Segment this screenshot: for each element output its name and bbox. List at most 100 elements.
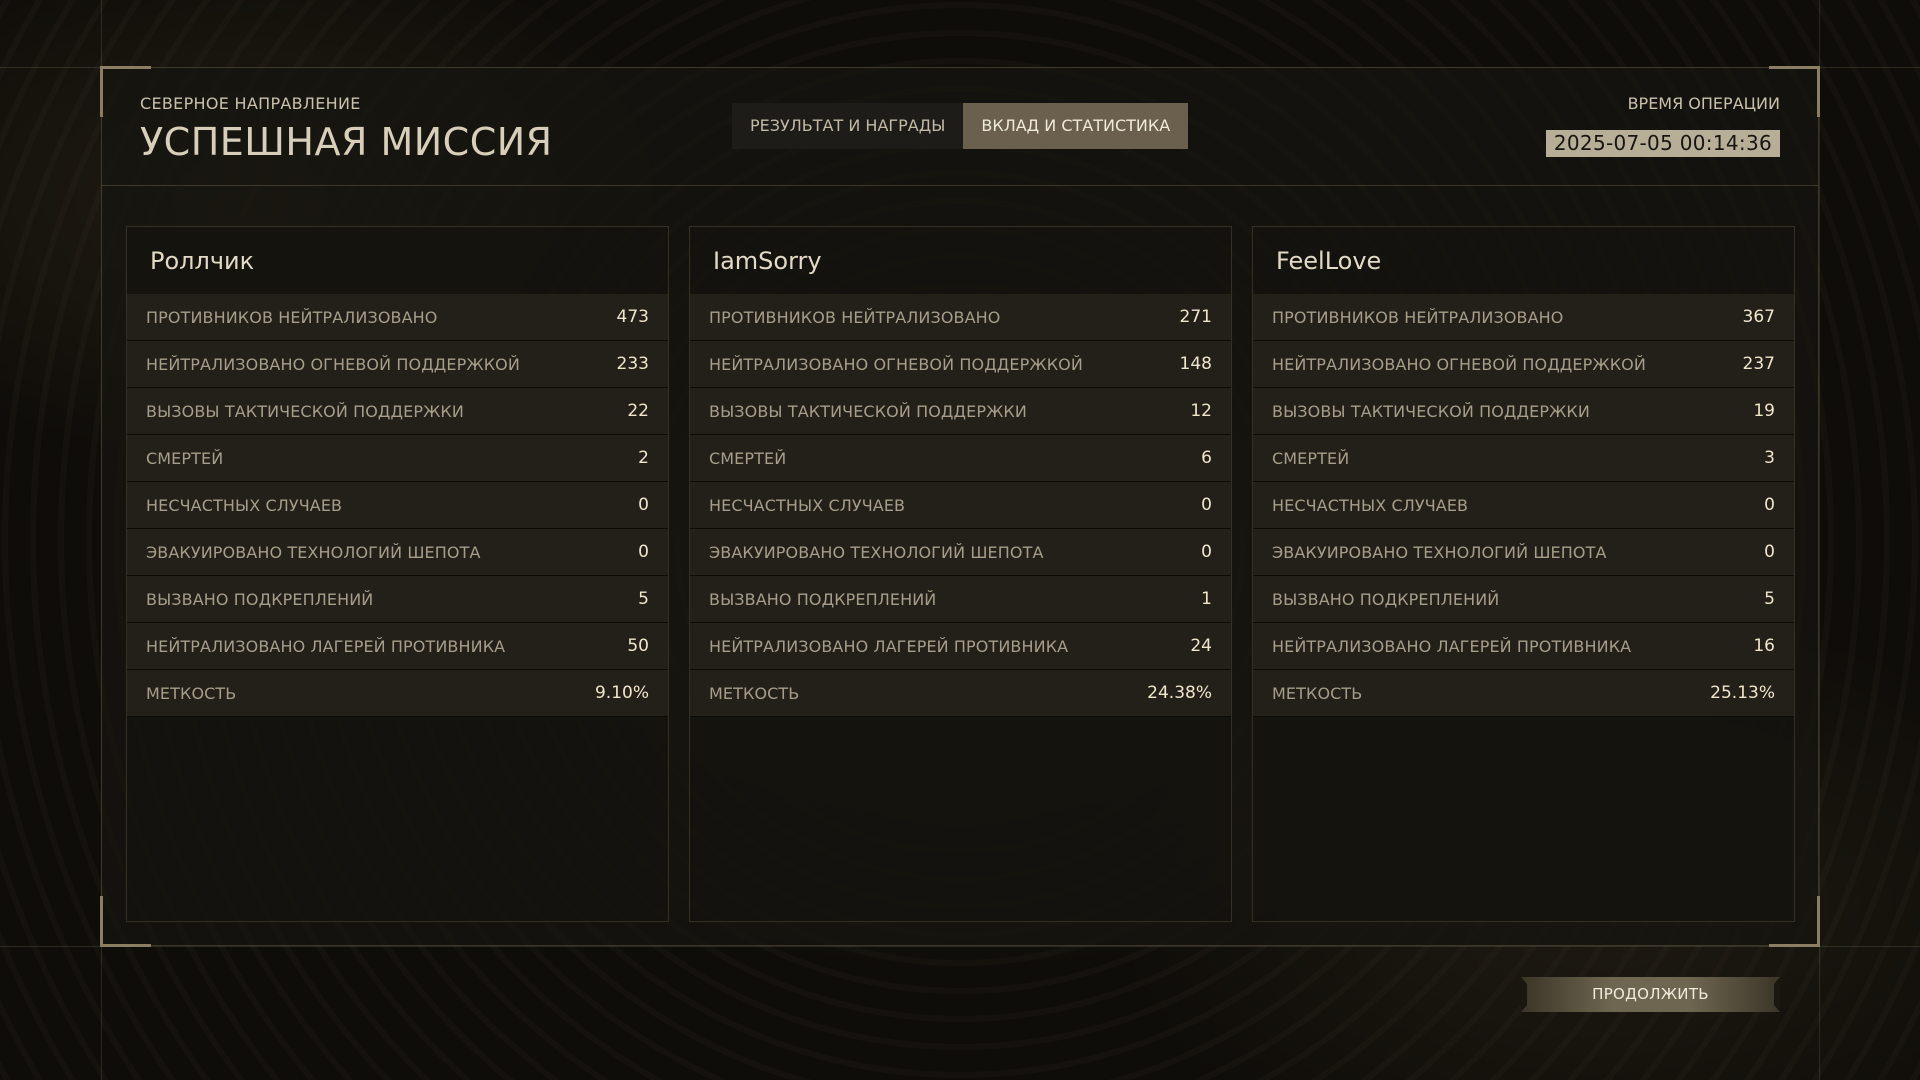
stat-row: НЕЙТРАЛИЗОВАНО ОГНЕВОЙ ПОДДЕРЖКОЙ 237 <box>1253 341 1794 388</box>
stat-label: НЕЙТРАЛИЗОВАНО ЛАГЕРЕЙ ПРОТИВНИКА <box>146 636 506 656</box>
tab-results-rewards[interactable]: РЕЗУЛЬТАТ И НАГРАДЫ <box>732 103 963 149</box>
stat-row: СМЕРТЕЙ 2 <box>127 435 668 482</box>
panel-header: СЕВЕРНОЕ НАПРАВЛЕНИЕ УСПЕШНАЯ МИССИЯ РЕЗ… <box>102 68 1818 186</box>
stat-value: 271 <box>1179 307 1212 327</box>
stat-row: МЕТКОСТЬ 9.10% <box>127 670 668 717</box>
stat-label: НЕСЧАСТНЫХ СЛУЧАЕВ <box>1272 495 1469 515</box>
stat-value: 0 <box>638 495 649 515</box>
stat-row: НЕЙТРАЛИЗОВАНО ЛАГЕРЕЙ ПРОТИВНИКА 24 <box>690 623 1231 670</box>
player-card: FeelLove ПРОТИВНИКОВ НЕЙТРАЛИЗОВАНО 367 НЕЙ… <box>1252 226 1795 922</box>
stat-label: ЭВАКУИРОВАНО ТЕХНОЛОГИЙ ШЕПОТА <box>709 542 1044 562</box>
stat-label: НЕЙТРАЛИЗОВАНО ЛАГЕРЕЙ ПРОТИВНИКА <box>709 636 1069 656</box>
stat-value: 22 <box>627 401 649 421</box>
tab-contribution-stats[interactable]: ВКЛАД И СТАТИСТИКА <box>963 103 1189 149</box>
stat-row: МЕТКОСТЬ 25.13% <box>1253 670 1794 717</box>
stat-label: СМЕРТЕЙ <box>709 448 787 468</box>
stat-row: ЭВАКУИРОВАНО ТЕХНОЛОГИЙ ШЕПОТА 0 <box>690 529 1231 576</box>
mission-direction: СЕВЕРНОЕ НАПРАВЛЕНИЕ <box>140 94 361 113</box>
stat-list: ПРОТИВНИКОВ НЕЙТРАЛИЗОВАНО 367 НЕЙТРАЛИЗОВ… <box>1253 294 1794 717</box>
stat-value: 9.10% <box>594 683 649 703</box>
button-notch-left <box>1521 977 1527 1012</box>
stat-value: 0 <box>638 542 649 562</box>
player-card: Роллчик ПРОТИВНИКОВ НЕЙТРАЛИЗОВАНО 473 НЕЙТ… <box>126 226 669 922</box>
stat-label: НЕЙТРАЛИЗОВАНО ОГНЕВОЙ ПОДДЕРЖКОЙ <box>146 354 520 374</box>
button-notch-right <box>1774 977 1780 1012</box>
stat-row: СМЕРТЕЙ 6 <box>690 435 1231 482</box>
player-card: IamSorry ПРОТИВНИКОВ НЕЙТРАЛИЗОВАНО 271 НЕЙ… <box>689 226 1232 922</box>
stat-row: ВЫЗОВЫ ТАКТИЧЕСКОЙ ПОДДЕРЖКИ 22 <box>127 388 668 435</box>
frame-line-bottom <box>0 946 1920 947</box>
mission-result-panel: СЕВЕРНОЕ НАПРАВЛЕНИЕ УСПЕШНАЯ МИССИЯ РЕЗ… <box>100 66 1820 947</box>
stat-row: НЕЙТРАЛИЗОВАНО ЛАГЕРЕЙ ПРОТИВНИКА 50 <box>127 623 668 670</box>
stat-value: 24 <box>1190 636 1212 656</box>
stat-label: ВЫЗОВЫ ТАКТИЧЕСКОЙ ПОДДЕРЖКИ <box>1272 401 1590 421</box>
stat-row: НЕСЧАСТНЫХ СЛУЧАЕВ 0 <box>127 482 668 529</box>
stat-label: НЕЙТРАЛИЗОВАНО ЛАГЕРЕЙ ПРОТИВНИКА <box>1272 636 1632 656</box>
stat-value: 0 <box>1764 542 1775 562</box>
stat-row: МЕТКОСТЬ 24.38% <box>690 670 1231 717</box>
stat-value: 25.13% <box>1710 683 1775 703</box>
stat-value: 233 <box>616 354 649 374</box>
stat-label: МЕТКОСТЬ <box>709 683 800 703</box>
stat-label: НЕЙТРАЛИЗОВАНО ОГНЕВОЙ ПОДДЕРЖКОЙ <box>1272 354 1646 374</box>
stat-value: 50 <box>627 636 649 656</box>
stat-label: ВЫЗВАНО ПОДКРЕПЛЕНИЙ <box>709 589 937 609</box>
stat-row: ЭВАКУИРОВАНО ТЕХНОЛОГИЙ ШЕПОТА 0 <box>1253 529 1794 576</box>
stat-row: НЕСЧАСТНЫХ СЛУЧАЕВ 0 <box>1253 482 1794 529</box>
stat-value: 16 <box>1753 636 1775 656</box>
stat-row: ВЫЗВАНО ПОДКРЕПЛЕНИЙ 5 <box>127 576 668 623</box>
stat-value: 3 <box>1764 448 1775 468</box>
stat-label: ПРОТИВНИКОВ НЕЙТРАЛИЗОВАНО <box>709 307 1001 327</box>
continue-label: ПРОДОЛЖИТЬ <box>1592 985 1709 1003</box>
stat-value: 1 <box>1201 589 1212 609</box>
stat-row: СМЕРТЕЙ 3 <box>1253 435 1794 482</box>
stat-row: НЕЙТРАЛИЗОВАНО ОГНЕВОЙ ПОДДЕРЖКОЙ 148 <box>690 341 1231 388</box>
stat-row: ВЫЗВАНО ПОДКРЕПЛЕНИЙ 1 <box>690 576 1231 623</box>
stat-value: 24.38% <box>1147 683 1212 703</box>
stat-value: 0 <box>1764 495 1775 515</box>
stat-value: 0 <box>1201 495 1212 515</box>
stat-label: ВЫЗОВЫ ТАКТИЧЕСКОЙ ПОДДЕРЖКИ <box>709 401 1027 421</box>
stat-value: 0 <box>1201 542 1212 562</box>
player-name: IamSorry <box>713 247 822 275</box>
stat-label: ПРОТИВНИКОВ НЕЙТРАЛИЗОВАНО <box>146 307 438 327</box>
stat-label: НЕЙТРАЛИЗОВАНО ОГНЕВОЙ ПОДДЕРЖКОЙ <box>709 354 1083 374</box>
page-title: УСПЕШНАЯ МИССИЯ <box>140 120 553 164</box>
stat-row: НЕЙТРАЛИЗОВАНО ЛАГЕРЕЙ ПРОТИВНИКА 16 <box>1253 623 1794 670</box>
stat-row: НЕСЧАСТНЫХ СЛУЧАЕВ 0 <box>690 482 1231 529</box>
stat-row: НЕЙТРАЛИЗОВАНО ОГНЕВОЙ ПОДДЕРЖКОЙ 233 <box>127 341 668 388</box>
stat-value: 5 <box>638 589 649 609</box>
stat-value: 473 <box>616 307 649 327</box>
stat-label: МЕТКОСТЬ <box>146 683 237 703</box>
stat-row: ЭВАКУИРОВАНО ТЕХНОЛОГИЙ ШЕПОТА 0 <box>127 529 668 576</box>
stat-label: ВЫЗВАНО ПОДКРЕПЛЕНИЙ <box>1272 589 1500 609</box>
player-name: FeelLove <box>1276 247 1382 275</box>
stat-row: ПРОТИВНИКОВ НЕЙТРАЛИЗОВАНО 271 <box>690 294 1231 341</box>
operation-time-label: ВРЕМЯ ОПЕРАЦИИ <box>1627 94 1780 113</box>
stat-label: ЭВАКУИРОВАНО ТЕХНОЛОГИЙ ШЕПОТА <box>146 542 481 562</box>
tab-bar: РЕЗУЛЬТАТ И НАГРАДЫ ВКЛАД И СТАТИСТИКА <box>732 103 1189 149</box>
stat-value: 6 <box>1201 448 1212 468</box>
stat-value: 148 <box>1179 354 1212 374</box>
stat-label: ВЫЗОВЫ ТАКТИЧЕСКОЙ ПОДДЕРЖКИ <box>146 401 464 421</box>
stat-label: ПРОТИВНИКОВ НЕЙТРАЛИЗОВАНО <box>1272 307 1564 327</box>
stat-row: ПРОТИВНИКОВ НЕЙТРАЛИЗОВАНО 367 <box>1253 294 1794 341</box>
stat-value: 367 <box>1742 307 1775 327</box>
stat-label: МЕТКОСТЬ <box>1272 683 1363 703</box>
stat-value: 12 <box>1190 401 1212 421</box>
stat-value: 5 <box>1764 589 1775 609</box>
stat-label: ЭВАКУИРОВАНО ТЕХНОЛОГИЙ ШЕПОТА <box>1272 542 1607 562</box>
stat-row: ВЫЗОВЫ ТАКТИЧЕСКОЙ ПОДДЕРЖКИ 19 <box>1253 388 1794 435</box>
stat-value: 2 <box>638 448 649 468</box>
player-name: Роллчик <box>150 247 255 275</box>
continue-button[interactable]: ПРОДОЛЖИТЬ <box>1521 977 1780 1012</box>
stat-list: ПРОТИВНИКОВ НЕЙТРАЛИЗОВАНО 473 НЕЙТРАЛИЗОВ… <box>127 294 668 717</box>
stat-label: СМЕРТЕЙ <box>1272 448 1350 468</box>
stat-label: СМЕРТЕЙ <box>146 448 224 468</box>
stat-label: НЕСЧАСТНЫХ СЛУЧАЕВ <box>146 495 343 515</box>
stat-row: ПРОТИВНИКОВ НЕЙТРАЛИЗОВАНО 473 <box>127 294 668 341</box>
stat-row: ВЫЗОВЫ ТАКТИЧЕСКОЙ ПОДДЕРЖКИ 12 <box>690 388 1231 435</box>
stat-label: ВЫЗВАНО ПОДКРЕПЛЕНИЙ <box>146 589 374 609</box>
operation-time-value: 2025-07-05 00:14:36 <box>1545 130 1780 157</box>
stat-label: НЕСЧАСТНЫХ СЛУЧАЕВ <box>709 495 906 515</box>
